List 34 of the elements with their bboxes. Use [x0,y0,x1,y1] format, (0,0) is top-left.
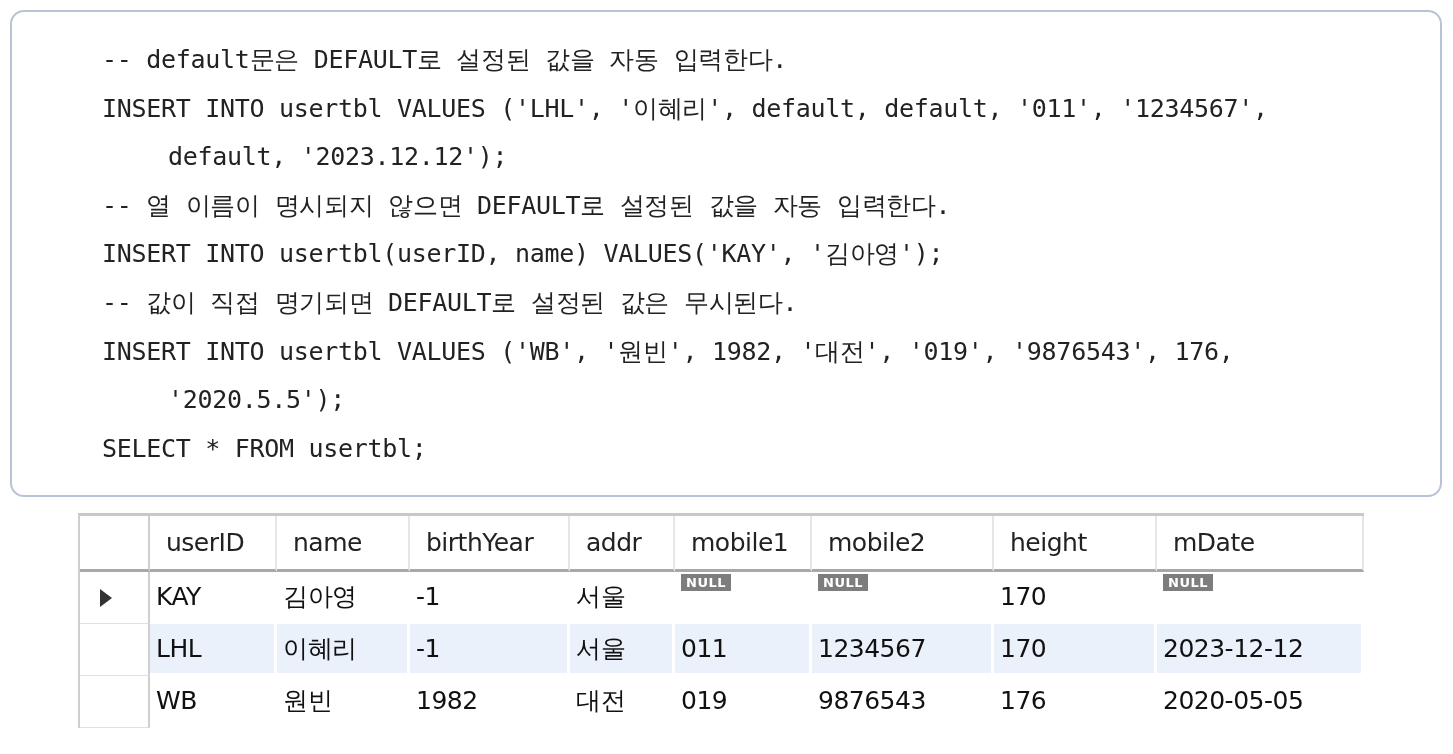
table-cell: -1 [416,582,440,612]
table-cell-text: 이혜리 [283,633,357,666]
code-line: INSERT INTO usertbl(userID, name) VALUES('KAY', '김아영'); [102,238,945,271]
table-cell: 170 [1000,582,1047,612]
table-cell-text: 김아영 [283,581,357,614]
table-cell: WB [156,686,197,716]
table-cell-text: 원빈 [283,685,332,718]
code-line: -- 값이 직접 명기되면 DEFAULT로 설정된 값은 무시된다. [102,286,799,319]
code-line: default, '2023.12.12'); [167,141,509,174]
table-cell: 176 [1000,686,1047,716]
table-cell: 019 [681,686,728,716]
table-cell: 1982 [416,686,478,716]
code-line: INSERT INTO usertbl VALUES ('LHL', '이혜리', default, default, '011', '1234567', [102,92,1269,125]
code-line: INSERT INTO usertbl VALUES ('WB', '원빈', 1982, '대전', '019', '9876543', 176, [102,335,1235,368]
table-cell-text: 서울 [576,581,625,614]
table-cell: 2020-05-05 [1163,686,1304,716]
table-cell: KAY [156,582,201,612]
null-tag: NULL [818,574,868,592]
table-cell: 2023-12-12 [1163,634,1304,664]
table-cell: 170 [1000,634,1047,664]
code-line: '2020.5.5'); [167,384,346,417]
code-line: SELECT * FROM usertbl; [102,432,428,465]
table-cell: LHL [156,634,202,664]
table-cell: -1 [416,634,440,664]
table-cell-text: 대전 [576,685,625,718]
code-line: -- 열 이름이 명시되지 않으면 DEFAULT로 설정된 값을 자동 입력한다. [102,189,952,222]
current-row-icon [100,588,112,607]
table-cell: 9876543 [818,686,926,716]
table-cell: 1234567 [818,634,926,664]
null-tag: NULL [681,574,731,592]
table-cell: 011 [681,634,728,664]
code-line: -- default문은 DEFAULT로 설정된 값을 자동 입력한다. [102,44,789,76]
table-cell-text: 서울 [576,633,625,666]
null-tag: NULL [1163,574,1213,592]
